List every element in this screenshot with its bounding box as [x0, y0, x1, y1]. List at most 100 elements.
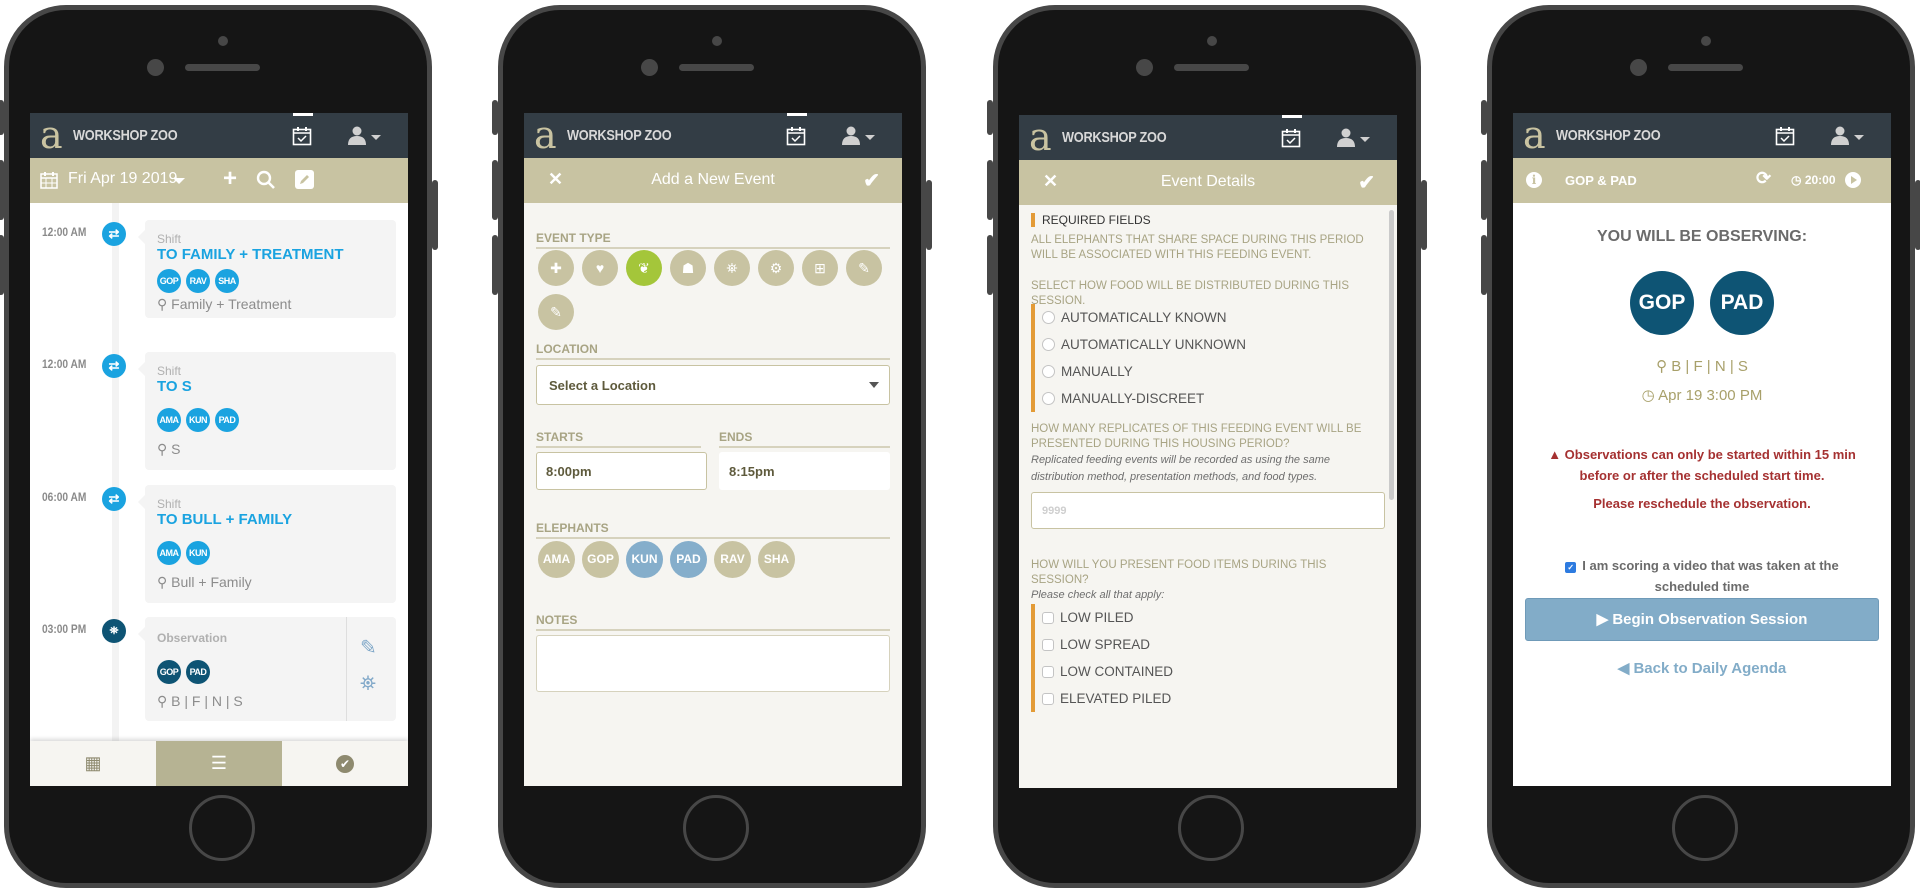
distribution-option[interactable]: MANUALLY-DISCREET	[1042, 385, 1246, 412]
date-selector[interactable]: Fri Apr 19 2019	[68, 170, 177, 188]
home-button[interactable]	[189, 795, 255, 861]
elephant-toggle[interactable]: SHA	[758, 541, 795, 578]
leaf-feeding-icon[interactable]: ❦	[626, 250, 662, 286]
observation-datetime: ◷ Apr 19 3:00 PM	[1641, 387, 1763, 404]
radio-button[interactable]	[1042, 365, 1055, 378]
tab-calendar[interactable]: ▦	[30, 741, 156, 786]
home-button[interactable]	[1672, 795, 1738, 861]
radio-button[interactable]	[1042, 392, 1055, 405]
heartbeat-icon[interactable]: ♥	[582, 250, 618, 286]
gear-icon[interactable]: ⚙	[758, 250, 794, 286]
calendar-check-icon[interactable]	[292, 126, 312, 146]
video-scoring-checkbox[interactable]: ✓	[1565, 562, 1577, 573]
play-icon[interactable]	[1845, 172, 1861, 188]
event-name[interactable]: TO BULL + FAMILY	[157, 511, 292, 528]
distribution-option[interactable]: MANUALLY	[1042, 358, 1246, 385]
pencil-icon[interactable]: ✎	[538, 294, 574, 330]
binoculars-icon[interactable]: ⛯	[714, 250, 750, 286]
tab-completed[interactable]: ✔	[282, 741, 408, 786]
new-event-form: EVENT TYPE ✚ ♥ ❦ ☗ ⛯ ⚙ ⊞ ✎ ✎ LOCATION Se…	[524, 203, 902, 786]
calendar-check-icon[interactable]	[1775, 126, 1795, 146]
event-time: 12:00 AM	[42, 357, 87, 371]
radio-button[interactable]	[1042, 311, 1055, 324]
volume-up-button	[0, 160, 4, 220]
back-to-agenda-link[interactable]: ◀ Back to Daily Agenda	[1513, 659, 1891, 677]
refresh-icon[interactable]: ⟳	[1756, 168, 1771, 189]
event-card[interactable]: Observation GOP PAD ⚲ B | F | N | S ✎ ⛯	[138, 617, 396, 721]
video-scoring-checkbox-label[interactable]: ✓ I am scoring a video that was taken at …	[1538, 555, 1866, 597]
calendar-check-icon[interactable]	[1281, 128, 1301, 148]
presentation-option[interactable]: LOW SPREAD	[1042, 631, 1173, 658]
search-icon[interactable]	[256, 170, 276, 190]
user-dropdown-icon[interactable]	[348, 126, 384, 146]
elephant-toggle[interactable]: RAV	[714, 541, 751, 578]
add-event-icon[interactable]: +	[223, 165, 237, 193]
elephant-toggle[interactable]: KUN	[626, 541, 663, 578]
chevron-down-icon[interactable]	[173, 178, 185, 184]
end-time-input[interactable]: 8:15pm	[719, 452, 890, 490]
map-marker-icon: ⚲	[157, 441, 172, 457]
event-card[interactable]: Shift TO FAMILY + TREATMENT GOP RAV SHA …	[138, 220, 396, 318]
info-icon[interactable]: i	[1526, 172, 1542, 188]
edit-square-icon[interactable]	[295, 170, 314, 189]
begin-observation-button[interactable]: ▶ Begin Observation Session	[1525, 598, 1879, 641]
elephant-chip: RAV	[186, 269, 210, 293]
checkbox[interactable]	[1042, 665, 1054, 678]
tab-list[interactable]: ☰	[156, 741, 282, 786]
presentation-option[interactable]: LOW PILED	[1042, 604, 1173, 631]
calendar-check-icon[interactable]	[786, 126, 806, 146]
puzzle-icon[interactable]: ✚	[538, 250, 574, 286]
elephant-chip: GOP	[157, 269, 181, 293]
location-select[interactable]: Select a Location	[536, 365, 890, 405]
power-button	[1421, 180, 1427, 250]
save-check-icon[interactable]: ✔	[863, 168, 880, 193]
user-dropdown-icon[interactable]	[842, 126, 878, 146]
start-time-input[interactable]: 8:00pm	[536, 452, 707, 490]
checkbox[interactable]	[1042, 692, 1054, 705]
bottom-tab-bar: ▦ ☰ ✔	[30, 741, 408, 786]
event-card[interactable]: Shift TO BULL + FAMILY AMA KUN ⚲ Bull + …	[138, 485, 396, 603]
pencil-icon[interactable]: ✎	[846, 250, 882, 286]
elephant-chips: AMA KUN PAD	[157, 408, 239, 432]
save-check-icon[interactable]: ✔	[1358, 170, 1375, 195]
pencil-icon[interactable]: ✎	[360, 635, 377, 660]
distribution-option[interactable]: AUTOMATICALLY UNKNOWN	[1042, 331, 1246, 358]
event-name[interactable]: TO FAMILY + TREATMENT	[157, 246, 344, 263]
app-header: a WORKSHOP ZOO	[524, 113, 902, 158]
observing-heading: YOU WILL BE OBSERVING:	[1596, 228, 1808, 245]
distribution-option[interactable]: AUTOMATICALLY KNOWN	[1042, 304, 1246, 331]
event-card[interactable]: Shift TO S AMA KUN PAD ⚲ S	[138, 352, 396, 470]
home-button[interactable]	[1178, 795, 1244, 861]
presentation-option[interactable]: ELEVATED PILED	[1042, 685, 1173, 712]
home-button[interactable]	[683, 795, 749, 861]
app-logo[interactable]: a	[40, 116, 63, 154]
checkbox[interactable]	[1042, 638, 1054, 651]
replicates-input[interactable]: 9999	[1031, 492, 1385, 529]
elephant-toggle[interactable]: PAD	[670, 541, 707, 578]
app-logo[interactable]: a	[1523, 116, 1546, 154]
elephant-toggle[interactable]: GOP	[582, 541, 619, 578]
presentation-option[interactable]: LOW CONTAINED	[1042, 658, 1173, 685]
volume-down-button	[987, 235, 993, 295]
scrollbar-thumb[interactable]	[1389, 210, 1394, 500]
binoculars-icon[interactable]: ⛯	[360, 673, 376, 696]
elephant-toggle[interactable]: AMA	[538, 541, 575, 578]
agenda-list[interactable]: 12:00 AM ⇄ Shift TO FAMILY + TREATMENT G…	[30, 203, 408, 741]
user-dropdown-icon[interactable]	[1337, 128, 1373, 148]
phone-frame-event-details: a WORKSHOP ZOO ✕ Event Details ✔ REQUIRE…	[987, 5, 1427, 888]
map-marker-icon: ⚲	[157, 693, 172, 709]
app-logo[interactable]: a	[534, 116, 557, 154]
user-dropdown-icon[interactable]	[1831, 126, 1867, 146]
medkit-icon[interactable]: ⊞	[802, 250, 838, 286]
event-details-form[interactable]: REQUIRED FIELDS ALL ELEPHANTS THAT SHARE…	[1019, 205, 1397, 788]
radio-button[interactable]	[1042, 338, 1055, 351]
calendar-icon[interactable]	[40, 171, 58, 189]
volume-down-button	[492, 235, 498, 295]
app-logo[interactable]: a	[1029, 118, 1052, 156]
binoculars-icon: ⛯	[102, 619, 126, 643]
event-name[interactable]: TO S	[157, 378, 192, 395]
person-icon[interactable]: ☗	[670, 250, 706, 286]
checkbox[interactable]	[1042, 611, 1054, 624]
presentation-checkbox-group: LOW PILED LOW SPREAD LOW CONTAINED ELEVA…	[1031, 604, 1173, 712]
notes-textarea[interactable]	[536, 635, 890, 692]
